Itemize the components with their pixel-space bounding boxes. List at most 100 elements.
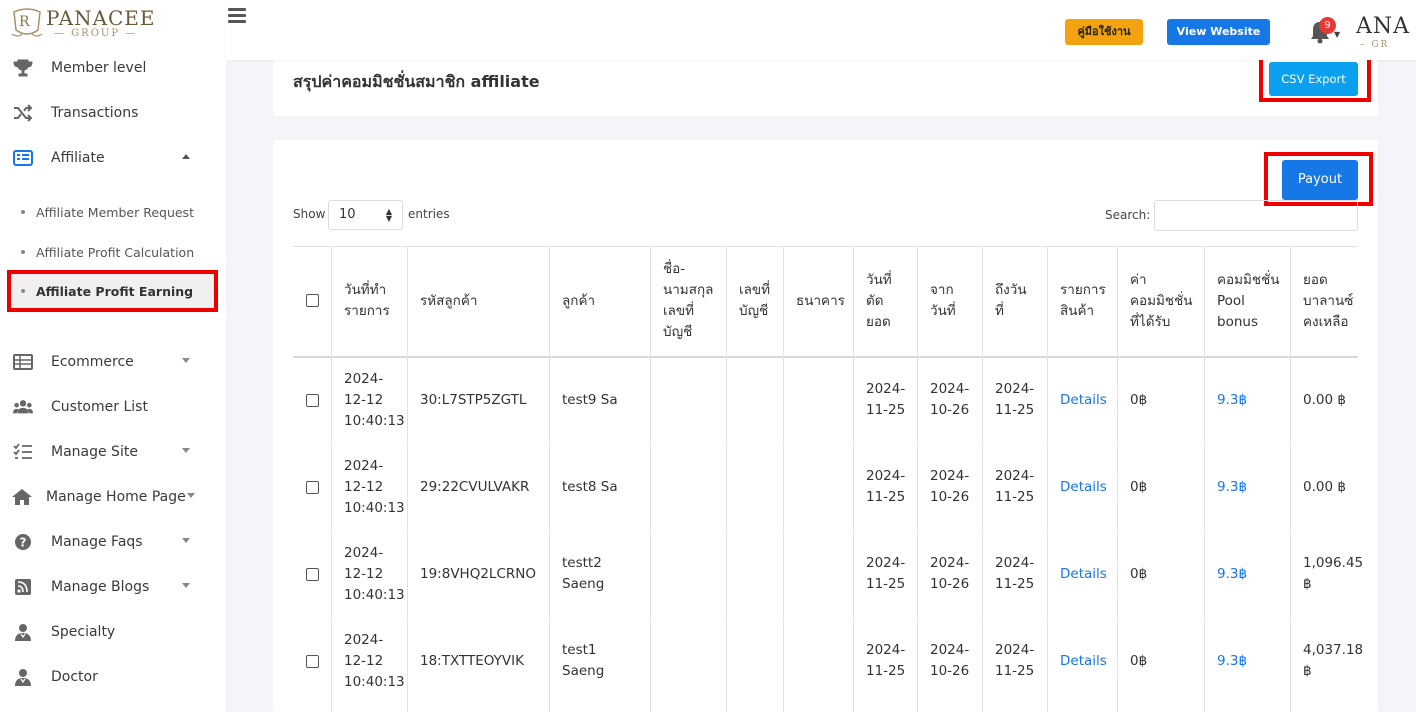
cell-balance: ฿ <box>1303 663 1312 679</box>
bullet-icon <box>21 210 25 214</box>
table-header-border <box>293 356 1358 358</box>
sidebar-item-manage-blogs[interactable]: Manage Blogs <box>0 572 226 602</box>
row-checkbox[interactable] <box>306 394 319 407</box>
column-divider <box>407 246 408 712</box>
sidebar-item-specialty[interactable]: Specialty <box>0 617 226 647</box>
row-checkbox[interactable] <box>306 655 319 668</box>
sidebar-subitem-label: Affiliate Profit Earning <box>36 284 194 299</box>
details-link[interactable]: Details <box>1060 564 1107 585</box>
chevron-down-icon <box>187 493 195 498</box>
row-checkbox[interactable] <box>306 481 319 494</box>
table-header-cell: วันที่ <box>930 303 956 319</box>
cell-cut-date: 2024- <box>866 468 906 484</box>
table-header-cell: บัญชี <box>739 303 769 319</box>
table-header-cell: รายการ <box>344 303 390 319</box>
column-divider <box>726 246 727 712</box>
cell-pool-bonus: 9.3฿ <box>1217 479 1248 495</box>
sidebar-item-member-level[interactable]: Member level <box>0 53 226 83</box>
entries-select[interactable]: 10 ▲ ▼ <box>328 200 403 230</box>
column-divider <box>549 246 550 712</box>
details-link[interactable]: Details <box>1060 390 1107 411</box>
sidebar-item-label: Affiliate <box>51 150 105 166</box>
table-header-cell: คอมมิชชั่น <box>1217 271 1280 288</box>
cell-to-date: 11-25 <box>995 576 1035 592</box>
column-divider <box>1047 246 1048 712</box>
cell-from-date: 10-26 <box>930 663 970 679</box>
cell-customer: testt2 <box>562 555 602 571</box>
cell-customer-code: 19:8VHQ2LCRNO <box>420 566 536 582</box>
sidebar-item-transactions[interactable]: Transactions <box>0 98 226 128</box>
sidebar-subitem-label: Affiliate Member Request <box>36 205 194 220</box>
cell-to-date: 2024- <box>995 468 1035 484</box>
sidebar-item-manage-home-page[interactable]: Manage Home Page <box>0 482 226 512</box>
cell-to-date: 2024- <box>995 555 1035 571</box>
sidebar-item-label: Doctor <box>51 669 98 685</box>
sidebar-item-doctor[interactable]: Doctor <box>0 662 226 692</box>
svg-text:R: R <box>19 14 30 30</box>
list-icon <box>13 150 33 166</box>
column-divider <box>853 246 854 712</box>
cell-to-date: 2024- <box>995 381 1035 397</box>
column-divider <box>1117 246 1118 712</box>
cell-balance: ฿ <box>1303 576 1312 592</box>
sidebar-subitem-affiliate-profit-earning[interactable]: Affiliate Profit Earning <box>0 278 226 304</box>
doctor-icon <box>15 669 31 686</box>
sidebar-item-label: Transactions <box>51 105 139 121</box>
view-website-button[interactable]: View Website <box>1167 19 1270 45</box>
search-input[interactable] <box>1154 200 1358 231</box>
svg-text:?: ? <box>20 536 27 550</box>
csv-export-button[interactable]: CSV Export <box>1269 62 1358 96</box>
user-avatar[interactable]: ANA <box>1356 14 1416 39</box>
sidebar-item-customer-list[interactable]: Customer List <box>0 392 226 422</box>
cell-from-date: 2024- <box>930 381 970 397</box>
cell-customer: test1 <box>562 642 597 658</box>
sidebar-item-affiliate[interactable]: Affiliate <box>0 143 226 173</box>
cell-cut-date: 11-25 <box>866 402 906 418</box>
table-header-cell: เลขที่ <box>739 282 771 298</box>
rss-icon <box>15 579 31 595</box>
brand-logo[interactable]: R PANACEE — GROUP — <box>10 4 155 44</box>
column-divider <box>982 246 983 712</box>
sidebar-item-ecommerce[interactable]: Ecommerce <box>0 347 226 377</box>
sidebar-subitem-affiliate-member-request[interactable]: Affiliate Member Request <box>0 199 226 225</box>
table-header-cell: ที่ <box>995 303 1004 319</box>
select-all-checkbox[interactable] <box>306 294 319 307</box>
table-header-cell: บาลานซ์ <box>1303 292 1354 309</box>
sidebar-item-label: Ecommerce <box>51 354 134 370</box>
cell-customer: test8 Sa <box>562 478 618 495</box>
users-icon <box>13 400 33 414</box>
sidebar-subitem-affiliate-profit-calculation[interactable]: Affiliate Profit Calculation <box>0 239 226 265</box>
cell-cut-date: 2024- <box>866 381 906 397</box>
cell-to-date: 11-25 <box>995 402 1035 418</box>
cell-cut-date: 2024- <box>866 555 906 571</box>
cell-cut-date: 11-25 <box>866 489 906 505</box>
manual-button[interactable]: คู่มือใช้งาน <box>1065 19 1143 45</box>
details-link[interactable]: Details <box>1060 477 1107 498</box>
sidebar-item-manage-faqs[interactable]: ? Manage Faqs <box>0 527 226 557</box>
table-header-cell: Pool <box>1217 292 1245 309</box>
cell-customer-code: 18:TXTTEOYVIK <box>420 653 524 669</box>
cell-date: 10:40:13 <box>344 673 405 690</box>
details-link[interactable]: Details <box>1060 651 1107 672</box>
updown-icon: ▲ ▼ <box>385 207 392 223</box>
chevron-up-icon <box>182 154 190 159</box>
entries-label: entries <box>408 207 450 221</box>
payout-button[interactable]: Payout <box>1282 160 1358 200</box>
hamburger-menu-icon[interactable] <box>228 8 246 23</box>
cell-date: 10:40:13 <box>344 499 405 516</box>
table-header-cell: คอมมิชชั่น <box>1130 292 1193 309</box>
sidebar-item-label: Manage Blogs <box>51 579 150 595</box>
table-header-cell: ยอด <box>866 313 891 330</box>
sidebar-item-label: Member level <box>51 60 147 76</box>
sidebar-item-manage-site[interactable]: Manage Site <box>0 437 226 467</box>
row-checkbox[interactable] <box>306 568 319 581</box>
cell-pool-bonus: 9.3฿ <box>1217 392 1248 408</box>
table-header-cell: วันที่ <box>866 271 892 288</box>
trophy-icon <box>13 59 33 77</box>
table-header-cell: ลูกค้า <box>562 292 596 309</box>
table-header-cell: คงเหลือ <box>1303 313 1349 330</box>
table-header-cell: จาก <box>930 282 954 298</box>
cell-pool-bonus: 9.3฿ <box>1217 653 1248 669</box>
sidebar-item-label: Manage Site <box>51 444 138 460</box>
table-header-cell: ชื่อ- <box>663 261 686 277</box>
